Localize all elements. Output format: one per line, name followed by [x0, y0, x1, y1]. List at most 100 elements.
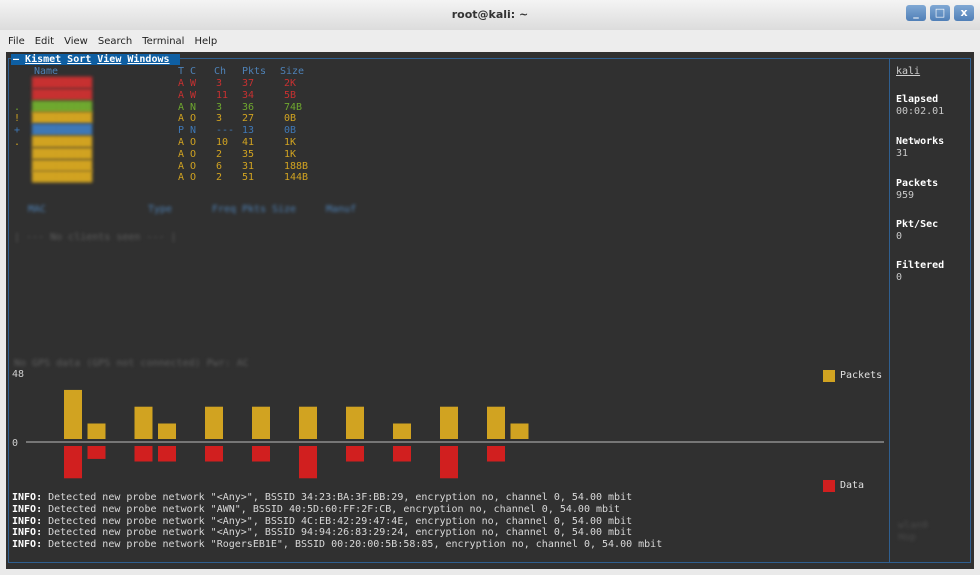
col-pkts-header: Pkts	[242, 66, 267, 77]
menu-help[interactable]: Help	[194, 36, 217, 47]
network-row-marker	[14, 78, 20, 90]
elapsed-value: 00:02.01	[896, 106, 945, 117]
network-row-ch: 3	[216, 101, 223, 113]
network-row-name: ██████████	[32, 137, 93, 148]
network-row-pkts: 41	[242, 137, 255, 148]
data-bar	[440, 446, 458, 479]
col-ch-header: Ch	[214, 66, 227, 77]
log-line: INFO: Detected new probe network "<Any>"…	[12, 527, 662, 539]
packets-bar	[134, 406, 153, 439]
legend-packets-label: Packets	[840, 370, 883, 382]
packets-bar	[87, 423, 106, 439]
menu-view[interactable]: View	[64, 36, 88, 47]
data-bar	[87, 446, 106, 459]
menu-search[interactable]: Search	[98, 36, 132, 47]
network-row-size: 144B	[284, 172, 309, 184]
network-row-ch: 2	[216, 148, 223, 160]
log-message: Detected new probe network "AWN", BSSID …	[48, 503, 621, 515]
data-bar	[299, 446, 317, 479]
network-row-ch: 10	[216, 137, 229, 148]
packets-bar	[158, 423, 176, 439]
hostname: kali	[896, 66, 921, 77]
kismet-menu-bar: – Kismet Sort View Windows	[11, 54, 180, 65]
kismet-menu-windows[interactable]: Windows	[127, 54, 169, 65]
kismet-menu-view[interactable]: View	[97, 54, 121, 65]
network-row-size: 2K	[284, 78, 297, 89]
packets-bar	[346, 406, 364, 439]
packets-bar	[510, 423, 529, 439]
network-row-marker: .	[14, 101, 21, 113]
network-row-name: ██████████	[32, 101, 93, 113]
network-row-ch: 11	[216, 89, 229, 101]
filtered-label: Filtered	[896, 260, 945, 271]
network-row-name: ██████████	[32, 148, 93, 160]
network-row-name: ██████████	[32, 172, 93, 184]
networks-label: Networks	[896, 136, 945, 147]
zero-label: 0	[12, 438, 18, 449]
network-row-marker: +	[14, 125, 21, 137]
network-row-tc: A O	[178, 172, 197, 184]
menu-edit[interactable]: Edit	[35, 36, 54, 47]
network-row-size: 1K	[284, 137, 297, 148]
log-level: INFO:	[12, 503, 49, 515]
terminal-screen[interactable]: – Kismet Sort View Windows Name T C Ch Pkts…	[6, 52, 974, 569]
network-row-tc: A W	[178, 78, 197, 89]
network-row-tc: A O	[178, 148, 197, 160]
status-log: INFO: Detected new probe network "<Any>"…	[12, 492, 662, 551]
network-row-tc: P N	[178, 125, 197, 137]
network-row-ch: 3	[216, 113, 223, 125]
interface-info: wlan0 Hop	[898, 520, 928, 544]
close-button[interactable]: x	[954, 5, 974, 21]
network-row-name: ██████████	[32, 78, 93, 89]
kismet-menu-sort[interactable]: Sort	[67, 54, 91, 65]
interface-name: wlan0	[898, 520, 929, 531]
network-row-size: 0B	[284, 113, 297, 125]
title-bar[interactable]: root@kali: ~ _ □ x	[0, 0, 980, 31]
data-bar	[205, 446, 223, 462]
network-row-pkts: 35	[242, 148, 255, 160]
network-row-size: 5B	[284, 89, 297, 101]
no-clients-message: | --- No clients seen --- |	[14, 232, 177, 243]
data-bar	[487, 446, 505, 462]
network-row-tc: A O	[178, 137, 197, 148]
terminal-window: root@kali: ~ _ □ x File Edit View Search…	[0, 0, 980, 575]
pktsec-label: Pkt/Sec	[896, 219, 939, 230]
pktsec-value: 0	[896, 231, 903, 242]
network-row-tc: A O	[178, 160, 197, 172]
y-max-label: 48	[12, 369, 24, 380]
network-row-size: 1K	[284, 148, 297, 160]
legend-packets: Packets	[823, 370, 882, 382]
col-size-header: Size	[280, 66, 305, 77]
packets-bar	[252, 406, 270, 439]
kismet-menu-kismet[interactable]: Kismet	[25, 54, 61, 65]
legend-data: Data	[823, 480, 864, 492]
col-freq-header: Freq	[212, 204, 237, 215]
data-bar	[134, 446, 153, 462]
log-message: Detected new probe network "<Any>", BSSI…	[48, 515, 633, 527]
col-pkts2-header: Pkts	[242, 204, 267, 215]
network-row-tc: A O	[178, 113, 197, 125]
menu-file[interactable]: File	[8, 36, 25, 47]
legend-data-label: Data	[840, 480, 865, 492]
maximize-button[interactable]: □	[930, 5, 950, 21]
network-row-ch: 3	[216, 78, 223, 89]
network-row-size: 0B	[284, 125, 297, 137]
packets-value: 959	[896, 190, 915, 201]
log-line: INFO: Detected new probe network "<Any>"…	[12, 492, 662, 504]
packet-rate-chart: 48 0	[6, 368, 886, 488]
packets-bar	[205, 406, 223, 439]
col-mac-header: MAC	[28, 204, 47, 215]
menu-terminal[interactable]: Terminal	[142, 36, 184, 47]
col-name-header: Name	[34, 66, 59, 77]
network-row-name: ██████████	[32, 125, 93, 137]
network-row-pkts: 37	[242, 78, 255, 89]
legend-packets-swatch	[823, 370, 835, 382]
elapsed-label: Elapsed	[896, 94, 939, 105]
network-row-name: ██████████	[32, 113, 93, 125]
minimize-button[interactable]: _	[906, 5, 926, 21]
log-message: Detected new probe network "<Any>", BSSI…	[48, 492, 633, 503]
network-row-name: ██████████	[32, 89, 93, 101]
packets-bar	[64, 389, 82, 439]
log-line: INFO: Detected new probe network "Rogers…	[12, 539, 662, 551]
legend-data-swatch	[823, 480, 835, 492]
